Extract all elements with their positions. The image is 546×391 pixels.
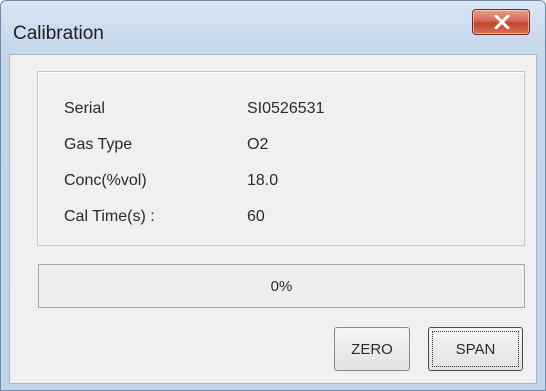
serial-value: SI0526531 xyxy=(247,100,325,117)
span-button-label: SPAN xyxy=(432,331,519,367)
calibration-window: Calibration Serial SI0526531 Gas Type O2… xyxy=(0,0,546,391)
cal-time-row: Cal Time(s) : 60 xyxy=(38,208,524,232)
zero-button[interactable]: ZERO xyxy=(334,327,410,371)
cal-time-label: Cal Time(s) : xyxy=(64,208,155,225)
calibration-progress-bar: 0% xyxy=(38,264,525,308)
serial-label: Serial xyxy=(64,100,105,117)
concentration-value: 18.0 xyxy=(247,172,279,189)
concentration-label: Conc(%vol) xyxy=(64,172,147,189)
gas-type-value: O2 xyxy=(247,136,269,153)
serial-row: Serial SI0526531 xyxy=(38,100,524,124)
gas-type-row: Gas Type O2 xyxy=(38,136,524,160)
info-group-box: Serial SI0526531 Gas Type O2 Conc(%vol) … xyxy=(37,71,525,246)
dialog-client-area: Serial SI0526531 Gas Type O2 Conc(%vol) … xyxy=(9,54,537,384)
gas-type-label: Gas Type xyxy=(64,136,133,153)
progress-text: 0% xyxy=(270,278,293,295)
span-button[interactable]: SPAN xyxy=(428,327,523,371)
window-title: Calibration xyxy=(13,23,104,44)
close-icon xyxy=(494,15,510,29)
close-button[interactable] xyxy=(472,9,530,35)
cal-time-value: 60 xyxy=(247,208,265,225)
concentration-row: Conc(%vol) 18.0 xyxy=(38,172,524,196)
